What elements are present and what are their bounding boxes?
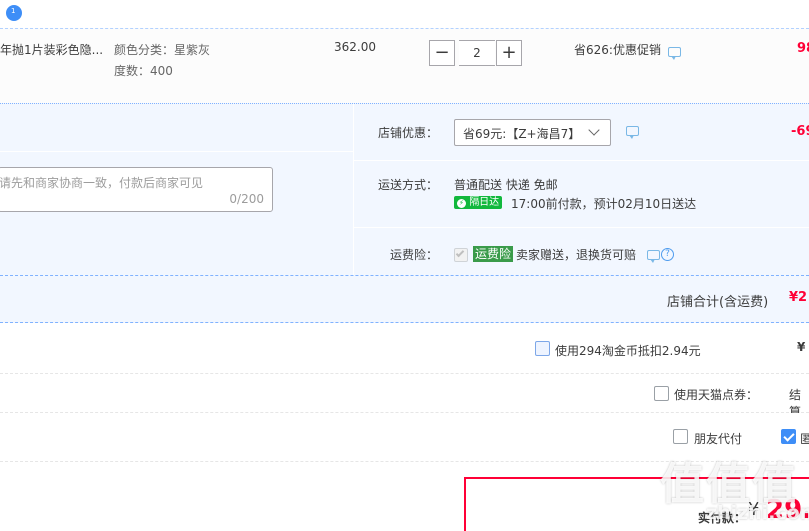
friend-pay-checkbox[interactable] xyxy=(673,429,688,444)
help-icon[interactable]: ? xyxy=(661,248,674,261)
delivery-note: 17:00前付款，预计02月10日送达 xyxy=(511,197,697,211)
insurance-checkbox xyxy=(454,248,468,262)
taojinbi-value: ¥ xyxy=(797,340,806,354)
taojinbi-row: 使用294淘金币抵扣2.94元 ¥ xyxy=(0,324,809,374)
anonymous-checkbox[interactable] xyxy=(781,429,796,444)
shop-coupon-label: 店铺优惠： xyxy=(378,126,439,140)
insurance-label: 运费险： xyxy=(390,248,439,262)
lightning-icon: ⚡ xyxy=(457,199,466,208)
chevron-down-icon xyxy=(588,124,600,136)
panel-divider xyxy=(354,160,809,161)
shipping-label: 运送方式： xyxy=(378,178,439,192)
next-day-badge-label: 隔日达 xyxy=(469,197,500,208)
tmall-points-row: 使用天猫点券： 结算 xyxy=(0,374,809,419)
bubble-icon: 1 xyxy=(6,5,22,21)
watermark-domain: zhizhi.com xyxy=(706,502,809,524)
anonymous-label: 匿 xyxy=(800,432,809,446)
shop-coupon-value: 省69元:【Z+海昌7】 xyxy=(463,127,581,141)
quantity-minus-button[interactable]: − xyxy=(429,40,455,66)
coupon-info-icon[interactable] xyxy=(626,126,639,139)
panel-divider xyxy=(0,151,353,152)
shop-coupon-discount: -69 xyxy=(791,124,809,139)
tmall-points-checkbox[interactable] xyxy=(654,386,669,401)
message-counter: 0/200 xyxy=(229,192,264,206)
item-sku-degree: 度数：400 xyxy=(114,64,173,78)
item-price: 362.00 xyxy=(334,40,376,54)
taojinbi-label: 使用294淘金币抵扣2.94元 xyxy=(555,344,701,358)
tmall-points-label: 使用天猫点券： xyxy=(674,388,759,402)
panel-divider xyxy=(354,227,809,228)
promo-info-icon[interactable] xyxy=(668,47,681,60)
message-placeholder: 请先和商家协商一致，付款后商家可见 xyxy=(0,176,204,190)
insurance-chat-icon[interactable] xyxy=(647,250,660,263)
top-strip xyxy=(0,0,809,28)
item-sku-color: 颜色分类：星紫灰 xyxy=(114,43,211,57)
item-subtotal: 98 xyxy=(797,41,809,56)
panel-divider xyxy=(353,104,354,276)
friend-pay-label: 朋友代付 xyxy=(694,432,743,446)
item-promo: 省626:优惠促销 xyxy=(574,43,661,57)
shop-total-value: ¥2 xyxy=(789,290,808,305)
next-day-badge: ⚡ 隔日达 xyxy=(454,196,503,209)
insurance-tag: 运费险 xyxy=(473,246,514,262)
quantity-input[interactable]: 2 xyxy=(459,40,495,66)
quantity-plus-button[interactable]: + xyxy=(496,40,522,66)
insurance-text: 卖家赠送，退换货可赔 xyxy=(516,248,637,262)
buyer-message-input[interactable]: 请先和商家协商一致，付款后商家可见 0/200 xyxy=(0,167,273,212)
shipping-value: 普通配送 快递 免邮 xyxy=(454,178,558,192)
shop-panel: 请先和商家协商一致，付款后商家可见 0/200 店铺优惠： 省69元:【Z+海昌… xyxy=(0,103,809,276)
shop-coupon-select[interactable]: 省69元:【Z+海昌7】 xyxy=(454,119,611,146)
taojinbi-checkbox[interactable] xyxy=(535,341,550,356)
shop-total-label: 店铺合计(含运费) xyxy=(667,295,769,310)
item-title[interactable]: 年抛1片装彩色隐... xyxy=(0,41,103,58)
cart-item-row: 年抛1片装彩色隐... 颜色分类：星紫灰 度数：400 362.00 − 2 +… xyxy=(0,28,809,103)
shop-total-bar: 店铺合计(含运费) ¥2 xyxy=(0,275,809,323)
